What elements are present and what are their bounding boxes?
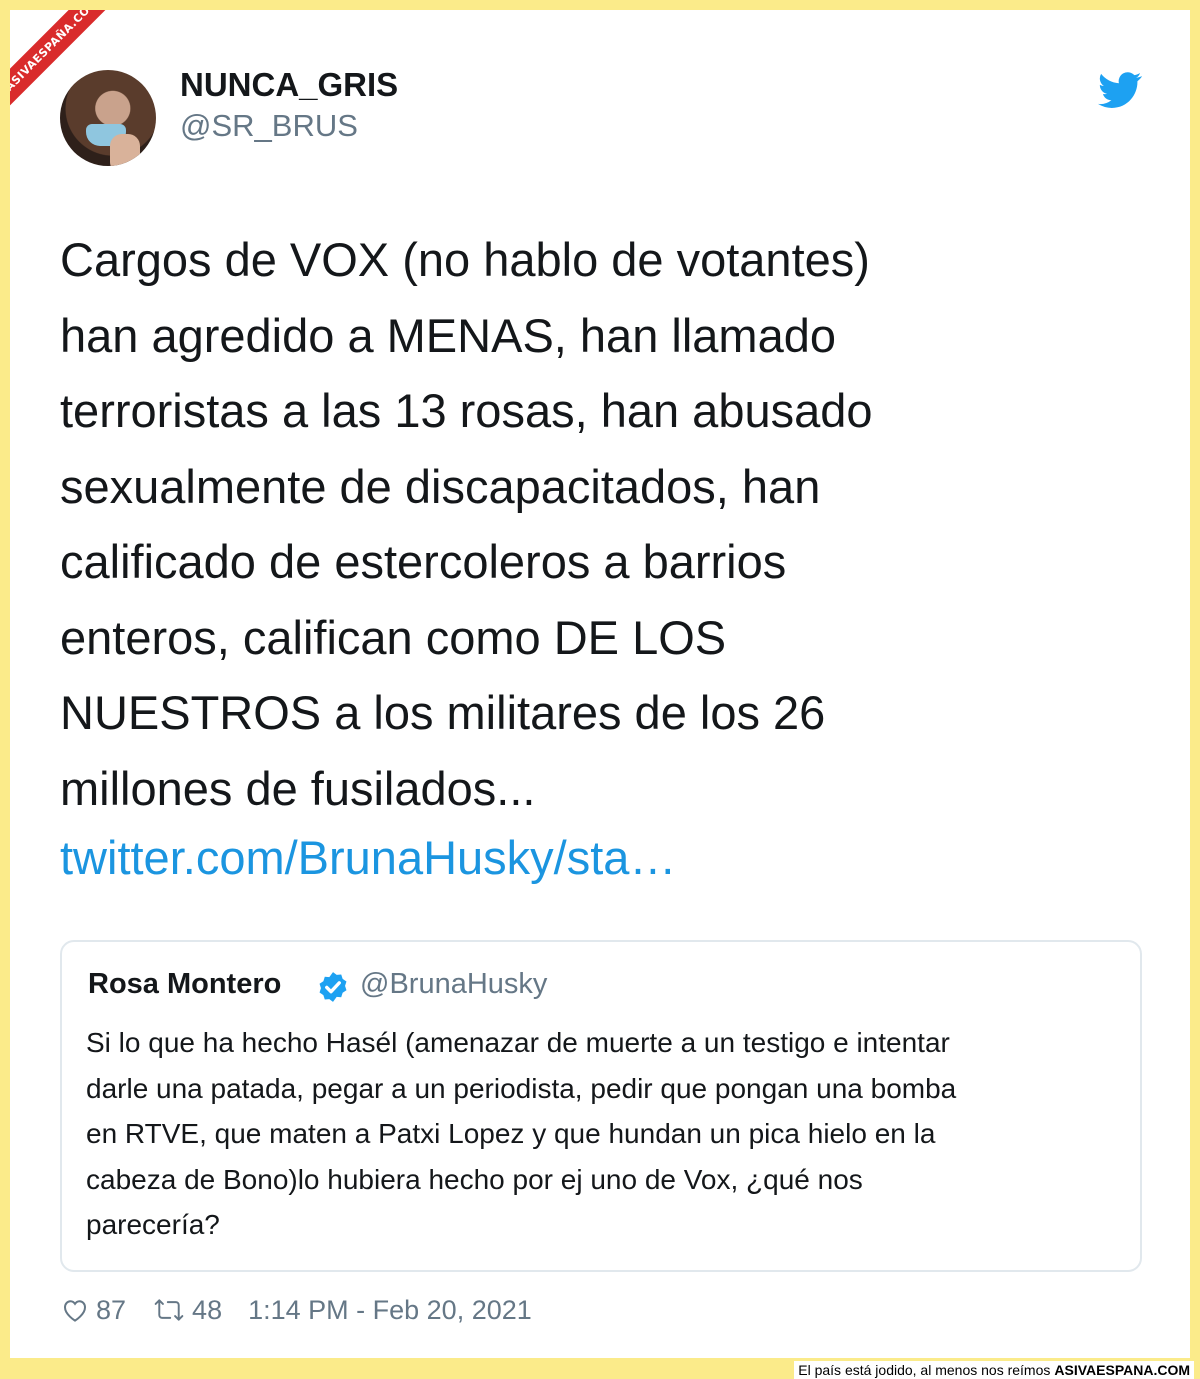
author-display-name[interactable]: NUNCA_GRIS bbox=[180, 66, 398, 104]
quoted-tweet-text: Si lo que ha hecho Hasél (amenazar de mu… bbox=[86, 1027, 957, 1241]
retweet-button[interactable]: 48 bbox=[152, 1295, 222, 1326]
heart-icon bbox=[63, 1300, 87, 1322]
retweet-icon bbox=[154, 1299, 184, 1321]
verified-badge-icon bbox=[319, 972, 347, 1002]
tweet-link[interactable]: twitter.com/BrunaHusky/sta… bbox=[60, 820, 676, 895]
tweet-timestamp[interactable]: 1:14 PM - Feb 20, 2021 bbox=[248, 1295, 532, 1326]
quoted-author-name[interactable]: Rosa Montero bbox=[88, 968, 281, 1001]
avatar-hand-detail bbox=[110, 134, 140, 166]
twitter-bird-icon[interactable] bbox=[1098, 68, 1142, 112]
author-handle[interactable]: @SR_BRUS bbox=[180, 108, 358, 144]
tweet-card: ASIVAESPAÑA.COM NUNCA_GRIS @SR_BRUS Carg… bbox=[10, 10, 1190, 1358]
retweet-count: 48 bbox=[192, 1294, 223, 1325]
tweet-footer: 87 48 1:14 PM - Feb 20, 2021 bbox=[60, 1290, 558, 1330]
quoted-author-handle[interactable]: @BrunaHusky bbox=[360, 968, 547, 1001]
like-button[interactable]: 87 bbox=[60, 1295, 126, 1326]
caption-site[interactable]: ASIVAESPANA.COM bbox=[1054, 1362, 1190, 1378]
like-count: 87 bbox=[96, 1294, 127, 1325]
quoted-tweet[interactable]: Rosa Montero @BrunaHusky Si lo que ha he… bbox=[60, 940, 1142, 1272]
footer-caption: El país está jodido, al menos nos reímos… bbox=[794, 1361, 1194, 1379]
caption-text: El país está jodido, al menos nos reímos bbox=[798, 1362, 1051, 1378]
avatar[interactable] bbox=[60, 70, 156, 166]
tweet-body-text: Cargos de VOX (no hablo de votantes) han… bbox=[60, 233, 873, 815]
